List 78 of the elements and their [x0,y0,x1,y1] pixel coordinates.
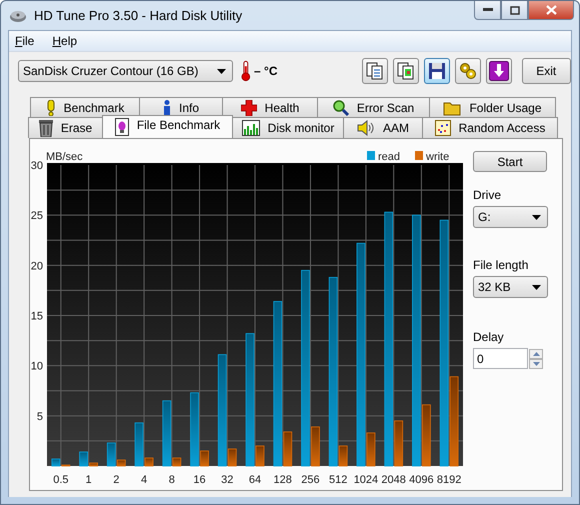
y-tick-label: 15 [30,310,43,322]
x-tick-label: 1 [86,474,92,486]
down-arrow-icon [532,362,540,366]
legend-label: read [378,151,400,163]
x-tick-label: 32 [221,474,234,486]
axis-label: MB/sec [46,151,83,163]
y-tick-label: 10 [30,360,43,373]
tab[interactable]: AAM [343,117,423,138]
x-tick-label: 1024 [354,474,378,486]
menu-item[interactable]: Help [52,34,78,48]
menu-item[interactable]: File [15,34,34,48]
x-tick-label: 2 [113,474,120,486]
spin-down-button[interactable] [529,358,543,368]
x-tick-label: 4096 [409,474,434,486]
x-tick-label: 512 [329,474,348,486]
search-icon [332,100,349,116]
close-icon [546,5,556,15]
exit-button[interactable]: Exit [522,58,571,84]
y-tick-label: 5 [36,410,43,423]
download-button[interactable] [486,58,512,84]
x-tick-label: 128 [274,474,292,486]
save-button[interactable] [424,58,450,84]
caret-icon [532,214,541,220]
x-tick-label: 8192 [436,474,462,486]
tab[interactable]: Random Access [422,117,558,138]
tab[interactable]: Disk monitor [232,117,344,138]
pages-icon [396,62,414,80]
options-button[interactable] [454,58,480,84]
cross-icon [240,100,257,116]
y-tick-label: 30 [30,160,43,172]
minimize-icon [482,8,492,12]
x-tick-label: 2048 [381,474,406,486]
tab[interactable]: File Benchmark [102,115,233,138]
tab[interactable]: Error Scan [317,97,430,117]
pages-icon [366,62,384,80]
caret-icon [532,284,541,290]
floppy-icon [428,62,446,80]
delay-field[interactable]: 0 [473,348,528,369]
bar-chart-icon [242,120,260,136]
x-tick-label: 4 [141,474,148,486]
spin-up-button[interactable] [529,348,543,358]
start-button[interactable]: Start [473,151,547,172]
info-icon [162,100,171,116]
close-button[interactable] [528,1,574,20]
tab[interactable]: Erase [28,117,103,138]
field-label: Drive [473,188,502,202]
speaker-icon [356,120,375,136]
copy-button[interactable] [362,58,388,84]
caret-icon [217,68,226,74]
exclamation-icon [46,100,56,116]
gears-icon [458,62,476,80]
field-label: Delay [473,330,505,344]
compare-button[interactable] [392,58,418,84]
drive-dropdown[interactable]: G: [473,206,548,228]
x-tick-label: 64 [248,474,262,486]
app-icon [9,8,27,22]
drive-dropdown[interactable]: SanDisk Cruzer Contour (16 GB) [18,60,234,82]
legend-label: write [426,151,450,163]
temperature-reading: – °C [254,64,278,78]
minimize-button[interactable] [474,1,501,20]
thermometer-icon [241,60,252,82]
x-tick-label: 8 [168,474,175,486]
window-title: HD Tune Pro 3.50 - Hard Disk Utility [34,8,242,23]
x-tick-label: 0.5 [53,474,69,486]
tab[interactable]: Folder Usage [429,97,556,117]
tab[interactable]: Health [222,97,318,117]
maximize-icon [510,6,520,14]
file-length-dropdown[interactable]: 32 KB [473,276,548,298]
document-icon [114,118,129,136]
tab[interactable]: Benchmark [30,97,140,117]
x-tick-label: 256 [301,474,320,486]
field-label: File length [473,258,530,272]
up-arrow-icon [532,352,540,356]
maximize-button[interactable] [501,1,528,20]
scatter-plot-icon [434,120,451,136]
y-tick-label: 25 [30,210,43,222]
x-tick-label: 16 [193,474,206,486]
y-tick-label: 20 [30,260,43,272]
